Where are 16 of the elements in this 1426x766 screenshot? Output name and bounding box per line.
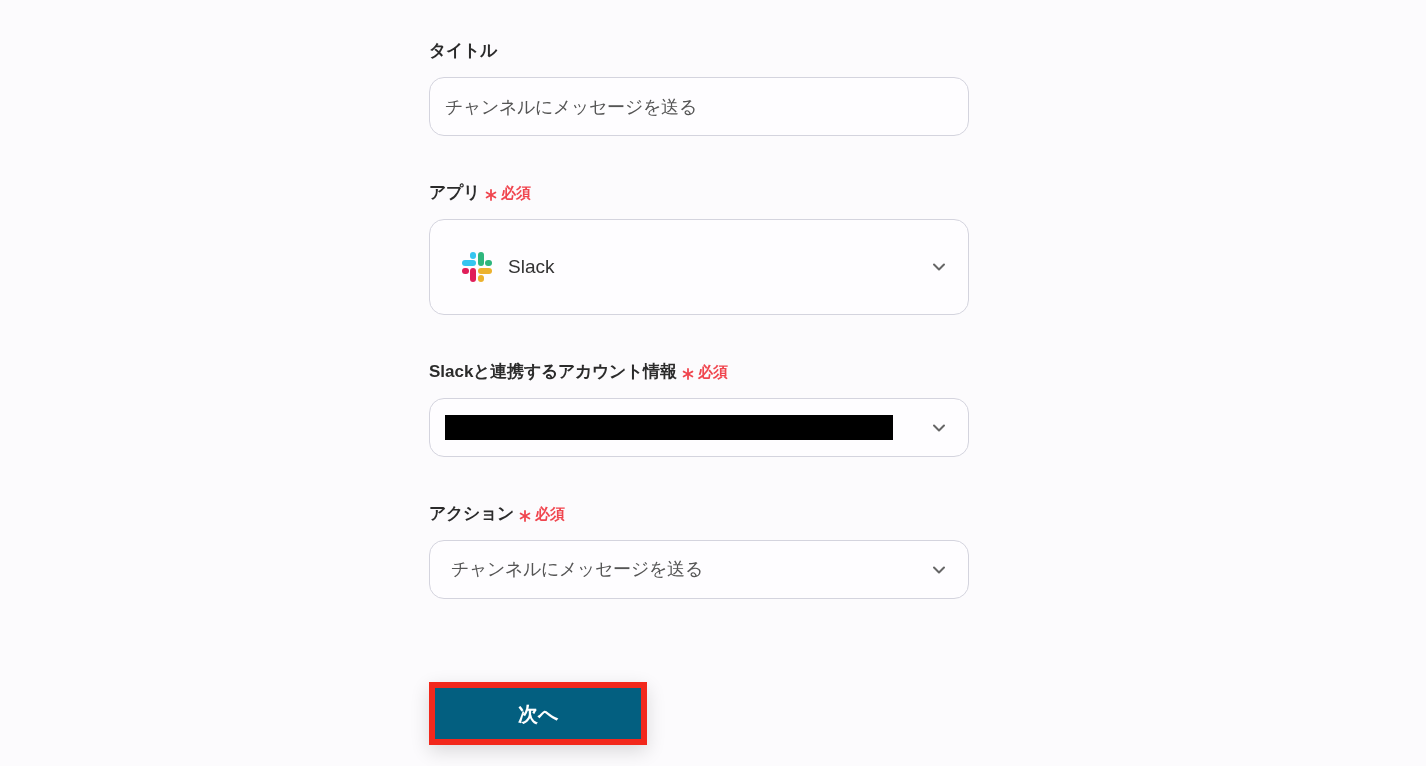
required-label: 必須	[501, 182, 531, 203]
app-select[interactable]: Slack	[429, 219, 969, 315]
app-logo-icon	[462, 252, 492, 282]
asterisk-icon	[519, 510, 531, 522]
title-input[interactable]: チャンネルにメッセージを送る	[429, 77, 969, 136]
required-label: 必須	[698, 361, 729, 382]
field-label: Slackと連携するアカウント情報	[429, 361, 678, 384]
asterisk-icon	[485, 189, 497, 201]
next-button[interactable]: 次へ	[429, 682, 647, 745]
field-label: タイトル	[429, 40, 497, 63]
action-select[interactable]: チャンネルにメッセージを送る	[429, 540, 969, 599]
required-label: 必須	[535, 503, 565, 524]
field-label: アプリ	[429, 182, 480, 205]
field-label: アクション	[429, 503, 514, 526]
asterisk-icon	[682, 368, 695, 380]
account-select[interactable]	[429, 398, 969, 457]
